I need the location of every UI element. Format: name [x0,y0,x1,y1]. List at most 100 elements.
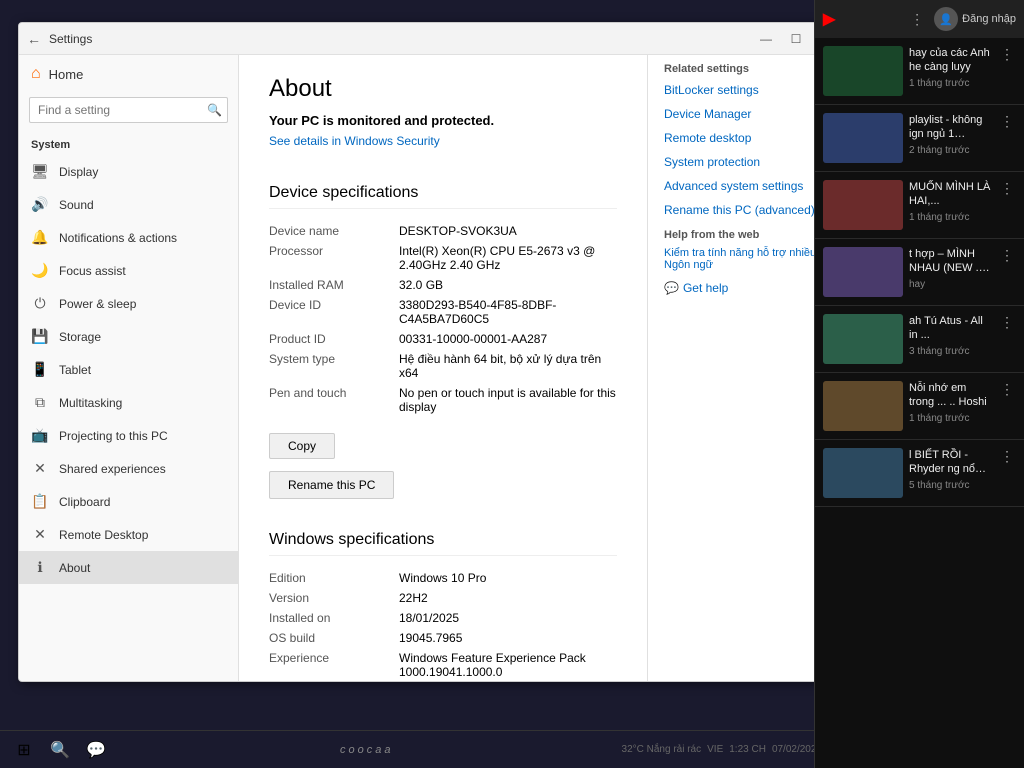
spec-value: 00331-10000-00001-AA287 [399,329,617,349]
maximize-button[interactable]: ☐ [783,29,809,49]
help-language-link[interactable]: Kiểm tra tính năng hỗ trợ nhiều Ngôn ngữ [664,247,831,271]
spec-value: 18/01/2025 [399,608,617,628]
list-item[interactable]: ah Tú Atus - All in ... 3 tháng trước ⋮ [815,306,1024,373]
video-thumbnail [823,113,903,163]
video-title: ah Tú Atus - All in ... [909,314,992,343]
related-settings-link[interactable]: Advanced system settings [664,179,831,193]
content-area: About Your PC is monitored and protected… [239,55,647,681]
table-row: Pen and touchNo pen or touch input is av… [269,383,617,417]
start-button[interactable]: ⊞ [8,734,40,766]
item-menu-button[interactable]: ⋮ [998,448,1016,498]
sidebar-item-clipboard[interactable]: 📋 Clipboard [19,485,238,518]
spec-label: Processor [269,241,399,275]
spec-value: 22H2 [399,588,617,608]
spec-label: Version [269,588,399,608]
sidebar-item-sound[interactable]: 🔊 Sound [19,188,238,221]
item-menu-button[interactable]: ⋮ [998,247,1016,297]
list-item[interactable]: MUỐN MÌNH LÀ HAI,... 1 tháng trước ⋮ [815,172,1024,239]
sidebar-item-notifications[interactable]: 🔔 Notifications & actions [19,221,238,254]
spec-value: Windows Feature Experience Pack 1000.190… [399,648,617,681]
sidebar-item-focus[interactable]: 🌙 Focus assist [19,254,238,287]
item-menu-button[interactable]: ⋮ [998,113,1016,163]
sidebar-item-power[interactable]: ⏻ Power & sleep [19,287,238,320]
power-icon: ⏻ [31,295,49,312]
sidebar-item-label: Projecting to this PC [59,429,168,443]
list-item[interactable]: hay của các Anh he càng luyy 1 tháng trư… [815,38,1024,105]
sidebar-item-label: Sound [59,198,94,212]
spec-value: 19045.7965 [399,628,617,648]
sidebar: ⌂ Home 🔍 System 🖥 Display 🔊 Sound 🔔 Noti… [19,55,239,681]
video-info: playlist - không ign ngủ 1 mình,... 2 th… [909,113,992,163]
sidebar-item-display[interactable]: 🖥 Display [19,155,238,188]
video-meta: 1 tháng trước [909,78,992,89]
video-thumbnail [823,381,903,431]
list-item[interactable]: playlist - không ign ngủ 1 mình,... 2 th… [815,105,1024,172]
projecting-icon: 📺 [31,427,49,444]
video-title: hay của các Anh he càng luyy [909,46,992,75]
spec-label: System type [269,349,399,383]
item-menu-button[interactable]: ⋮ [998,314,1016,364]
related-settings-link[interactable]: Remote desktop [664,131,831,145]
youtube-logo: ▶ [823,9,835,29]
spec-value: 32.0 GB [399,275,617,295]
related-settings-link[interactable]: System protection [664,155,831,169]
protected-banner: Your PC is monitored and protected. [269,113,617,128]
spec-label: Installed RAM [269,275,399,295]
windows-security-link[interactable]: See details in Windows Security [269,134,440,148]
rename-pc-button[interactable]: Rename this PC [269,471,394,499]
list-item[interactable]: Nỗi nhớ em trong ... .. Hoshi 1 tháng tr… [815,373,1024,440]
list-item[interactable]: t hợp – MÌNH NHAU (NEW ... Atus, Sơn Tùn… [815,239,1024,306]
sidebar-item-projecting[interactable]: 📺 Projecting to this PC [19,419,238,452]
minimize-button[interactable]: — [753,29,779,49]
sidebar-item-remote[interactable]: ✕ Remote Desktop [19,518,238,551]
spec-label: Edition [269,568,399,588]
task-view-button[interactable]: 💬 [80,734,112,766]
table-row: System typeHệ điều hành 64 bit, bộ xử lý… [269,349,617,383]
video-thumbnail [823,314,903,364]
video-info: t hợp – MÌNH NHAU (NEW ... Atus, Sơn Tùn… [909,247,992,297]
youtube-items-list: hay của các Anh he càng luyy 1 tháng trư… [815,38,1024,738]
windows-specs-table: EditionWindows 10 ProVersion22H2Installe… [269,568,617,681]
login-label[interactable]: Đăng nhập [962,13,1016,25]
video-meta: hay [909,279,992,290]
sidebar-item-about[interactable]: ℹ About [19,551,238,584]
spec-label: Product ID [269,329,399,349]
video-meta: 1 tháng trước [909,212,992,223]
time-label: 1:23 CH [729,744,766,755]
sidebar-item-storage[interactable]: 💾 Storage [19,320,238,353]
item-menu-button[interactable]: ⋮ [998,180,1016,230]
get-help-icon: 💬 [664,281,679,295]
related-settings-link[interactable]: Device Manager [664,107,831,121]
about-icon: ℹ [31,559,49,576]
back-button[interactable]: ← [27,31,41,47]
table-row: OS build19045.7965 [269,628,617,648]
sidebar-home[interactable]: ⌂ Home [19,55,238,93]
settings-window: ← Settings — ☐ ✕ ⌂ Home 🔍 System 🖥 Displ… [18,22,848,682]
related-settings-link[interactable]: BitLocker settings [664,83,831,97]
get-help-link[interactable]: 💬 Get help [664,281,831,295]
item-menu-button[interactable]: ⋮ [998,381,1016,431]
sound-icon: 🔊 [31,196,49,213]
list-item[interactable]: l BIẾT RỒI - Rhyder ng nổ cảm xúc ... 5 … [815,440,1024,507]
tablet-icon: 📱 [31,361,49,378]
clipboard-icon: 📋 [31,493,49,510]
sidebar-item-label: About [59,561,90,575]
spec-label: Installed on [269,608,399,628]
video-title: playlist - không ign ngủ 1 mình,... [909,113,992,142]
focus-icon: 🌙 [31,262,49,279]
home-icon: ⌂ [31,65,41,83]
related-settings-link[interactable]: Rename this PC (advanced) [664,203,831,217]
sidebar-item-shared[interactable]: ✕ Shared experiences [19,452,238,485]
browser-menu-btn[interactable]: ⋮ [910,11,924,28]
spec-value: DESKTOP-SVOK3UA [399,221,617,241]
search-button[interactable]: 🔍 [44,734,76,766]
copy-button-1[interactable]: Copy [269,433,335,459]
sidebar-item-tablet[interactable]: 📱 Tablet [19,353,238,386]
item-menu-button[interactable]: ⋮ [998,46,1016,96]
browser-panel: ▶ ⋮ 👤 Đăng nhập hay của các Anh he càng … [814,0,1024,768]
search-input[interactable] [29,97,228,123]
windows-taskbar: ⊞ 🔍 💬 coocaa 32°C Nắng rải rác VIE 1:23 … [0,730,830,768]
sidebar-item-multitasking[interactable]: ⧉ Multitasking [19,386,238,419]
table-row: Installed on18/01/2025 [269,608,617,628]
video-meta: 1 tháng trước [909,413,992,424]
